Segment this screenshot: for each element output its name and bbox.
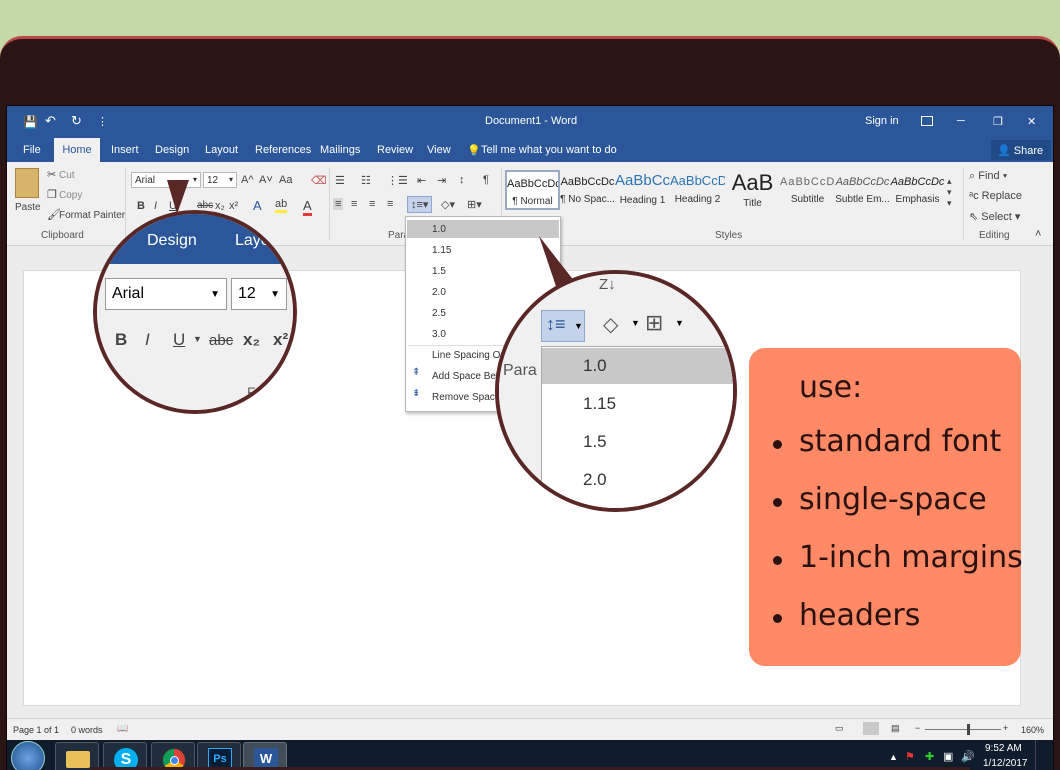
- note-heading: use:: [799, 370, 863, 405]
- lens-font-name: Arial: [112, 285, 145, 302]
- tips-note: use: standard font single-space 1-inch m…: [749, 348, 1023, 666]
- lens-underline: U: [173, 330, 186, 349]
- bullet: [773, 614, 782, 623]
- bullet: [773, 498, 782, 507]
- note-item-standard-font: standard font: [799, 424, 1002, 459]
- font-lens-pointer: [167, 180, 189, 214]
- lens-font-size: 12: [238, 285, 256, 302]
- line-spacing-icon: ↕≡: [546, 314, 566, 334]
- lens-tab-design: Design: [147, 232, 197, 249]
- lens-shading-icon: ◇: [603, 314, 619, 336]
- note-item-margins: 1-inch margins: [799, 540, 1023, 575]
- lens-group-label-partial: F: [247, 384, 256, 400]
- lens-option-1-0: 1.0: [583, 356, 607, 375]
- note-item-single-space: single-space: [799, 482, 987, 517]
- chevron-down-icon: ▼: [631, 318, 640, 328]
- chevron-down-icon: ▼: [270, 289, 280, 300]
- lens-superscript: x²: [273, 330, 289, 349]
- chevron-down-icon: ▼: [574, 321, 583, 331]
- lens-bold: B: [115, 330, 128, 349]
- lens-para-label: Para: [503, 362, 537, 379]
- lens-option-1-15: 1.15: [583, 394, 617, 413]
- chevron-down-icon: ▼: [193, 334, 202, 344]
- lens-strike: abc: [209, 332, 234, 349]
- lens-sort-partial: Z↓: [599, 276, 616, 293]
- font-zoom-lens: Design Layo Arial ▼ 12 ▼ B I U ▼ abc x₂ x²…: [93, 210, 297, 414]
- lens-subscript: x₂: [243, 330, 261, 349]
- lens-font-size-select: 12 ▼: [231, 278, 287, 310]
- lens-tab-layout: Layo: [235, 232, 270, 249]
- note-item-headers: headers: [799, 598, 921, 633]
- bullet: [773, 440, 782, 449]
- lens-menu-highlight: [542, 348, 733, 384]
- lens-line-spacing-button: ↕≡ ▼: [541, 310, 585, 342]
- lens-option-2-0: 2.0: [583, 470, 607, 489]
- spacing-zoom-lens: Z↓ ↕≡ ▼ ◇ ▼ ⊞ ▼ Para 1.0 1.15 1.5 2.0: [495, 270, 737, 512]
- lens-option-1-5: 1.5: [583, 432, 607, 451]
- lens-font-name-select: Arial ▼: [105, 278, 227, 310]
- bullet: [773, 556, 782, 565]
- laptop-frame: 💾 ↶ ↻ ⋮ Document1 - Word Sign in ─ ❐ ✕ F…: [0, 36, 1060, 770]
- lens-italic: I: [145, 330, 150, 349]
- lens-borders-icon: ⊞: [645, 310, 664, 335]
- chevron-down-icon: ▼: [675, 318, 684, 328]
- chevron-down-icon: ▼: [210, 289, 220, 300]
- screen: 💾 ↶ ↻ ⋮ Document1 - Word Sign in ─ ❐ ✕ F…: [6, 105, 1054, 770]
